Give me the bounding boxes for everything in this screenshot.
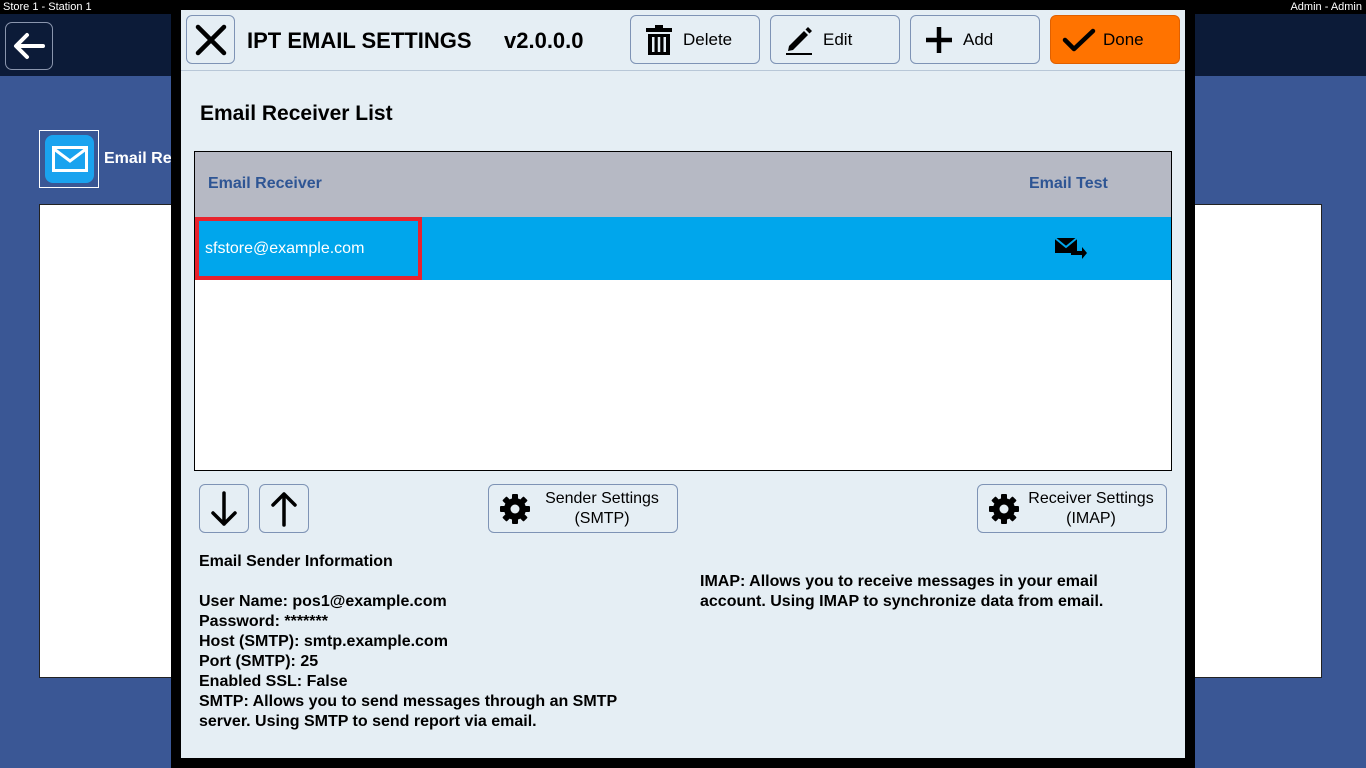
checkmark-icon (1061, 27, 1097, 53)
user-label: Admin - Admin (1290, 1, 1362, 13)
receiver-settings-line1: Receiver Settings (1028, 490, 1154, 507)
smtp-note-line2: server. Using SMTP to send report via em… (199, 713, 537, 730)
receiver-settings-line2: (IMAP) (1066, 510, 1116, 527)
email-settings-dialog: IPT EMAIL SETTINGS v2.0.0.0 Delete Edit … (171, 0, 1195, 768)
sender-info-heading: Email Sender Information (199, 553, 393, 570)
add-label: Add (963, 29, 994, 49)
sender-settings-line2: (SMTP) (574, 510, 630, 527)
dialog-body: IPT EMAIL SETTINGS v2.0.0.0 Delete Edit … (181, 10, 1185, 758)
close-icon (195, 24, 226, 55)
sender-password: Password: ******* (199, 613, 328, 630)
done-button[interactable]: Done (1050, 15, 1180, 64)
arrow-left-icon (14, 33, 45, 59)
back-button[interactable] (5, 22, 53, 70)
receiver-email-cell[interactable]: sfstore@example.com (195, 217, 422, 280)
receiver-settings-button[interactable]: Receiver Settings (IMAP) (977, 484, 1167, 533)
gear-icon (989, 494, 1019, 524)
table-header: Email Receiver Email Test (195, 152, 1171, 217)
dialog-version: v2.0.0.0 (504, 28, 584, 53)
move-down-button[interactable] (199, 484, 249, 533)
pencil-icon (781, 24, 817, 56)
sender-host: Host (SMTP): smtp.example.com (199, 633, 448, 650)
plus-icon (921, 25, 957, 55)
trash-icon (641, 24, 677, 56)
receiver-email: sfstore@example.com (205, 240, 365, 257)
receiver-settings-label: Receiver Settings (IMAP) (1022, 489, 1160, 529)
send-test-email-icon[interactable] (1053, 234, 1089, 262)
add-button[interactable]: Add (910, 15, 1040, 64)
receiver-table: Email Receiver Email Test sfstore@exampl… (194, 151, 1172, 471)
email-module-tile[interactable] (39, 130, 99, 188)
sender-settings-button[interactable]: Sender Settings (SMTP) (488, 484, 678, 533)
edit-label: Edit (823, 29, 853, 49)
sender-port: Port (SMTP): 25 (199, 653, 319, 670)
imap-note: IMAP: Allows you to receive messages in … (700, 573, 1104, 610)
gear-icon (500, 494, 530, 524)
envelope-icon (45, 135, 94, 183)
smtp-note-line1: SMTP: Allows you to send messages throug… (199, 693, 618, 710)
sender-user-name: User Name: pos1@example.com (199, 593, 447, 610)
delete-label: Delete (683, 29, 733, 49)
arrow-up-icon (271, 491, 297, 527)
table-row[interactable]: sfstore@example.com (195, 217, 1171, 280)
sender-information: Email Sender Information User Name: pos1… (199, 552, 617, 732)
station-label: Store 1 - Station 1 (3, 1, 92, 13)
sender-settings-label: Sender Settings (SMTP) (533, 489, 671, 529)
email-module-label: Email Re (104, 150, 172, 167)
column-header-receiver: Email Receiver (208, 175, 322, 192)
sender-settings-line1: Sender Settings (545, 490, 659, 507)
edit-button[interactable]: Edit (770, 15, 900, 64)
move-up-button[interactable] (259, 484, 309, 533)
column-header-test: Email Test (1029, 175, 1108, 192)
receiver-list-title: Email Receiver List (200, 102, 393, 125)
arrow-down-icon (211, 490, 237, 526)
delete-button[interactable]: Delete (630, 15, 760, 64)
dialog-header: IPT EMAIL SETTINGS v2.0.0.0 Delete Edit … (181, 10, 1185, 71)
done-label: Done (1103, 29, 1144, 49)
sender-ssl: Enabled SSL: False (199, 673, 348, 690)
close-button[interactable] (186, 15, 235, 64)
dialog-title: IPT EMAIL SETTINGS (247, 28, 472, 53)
